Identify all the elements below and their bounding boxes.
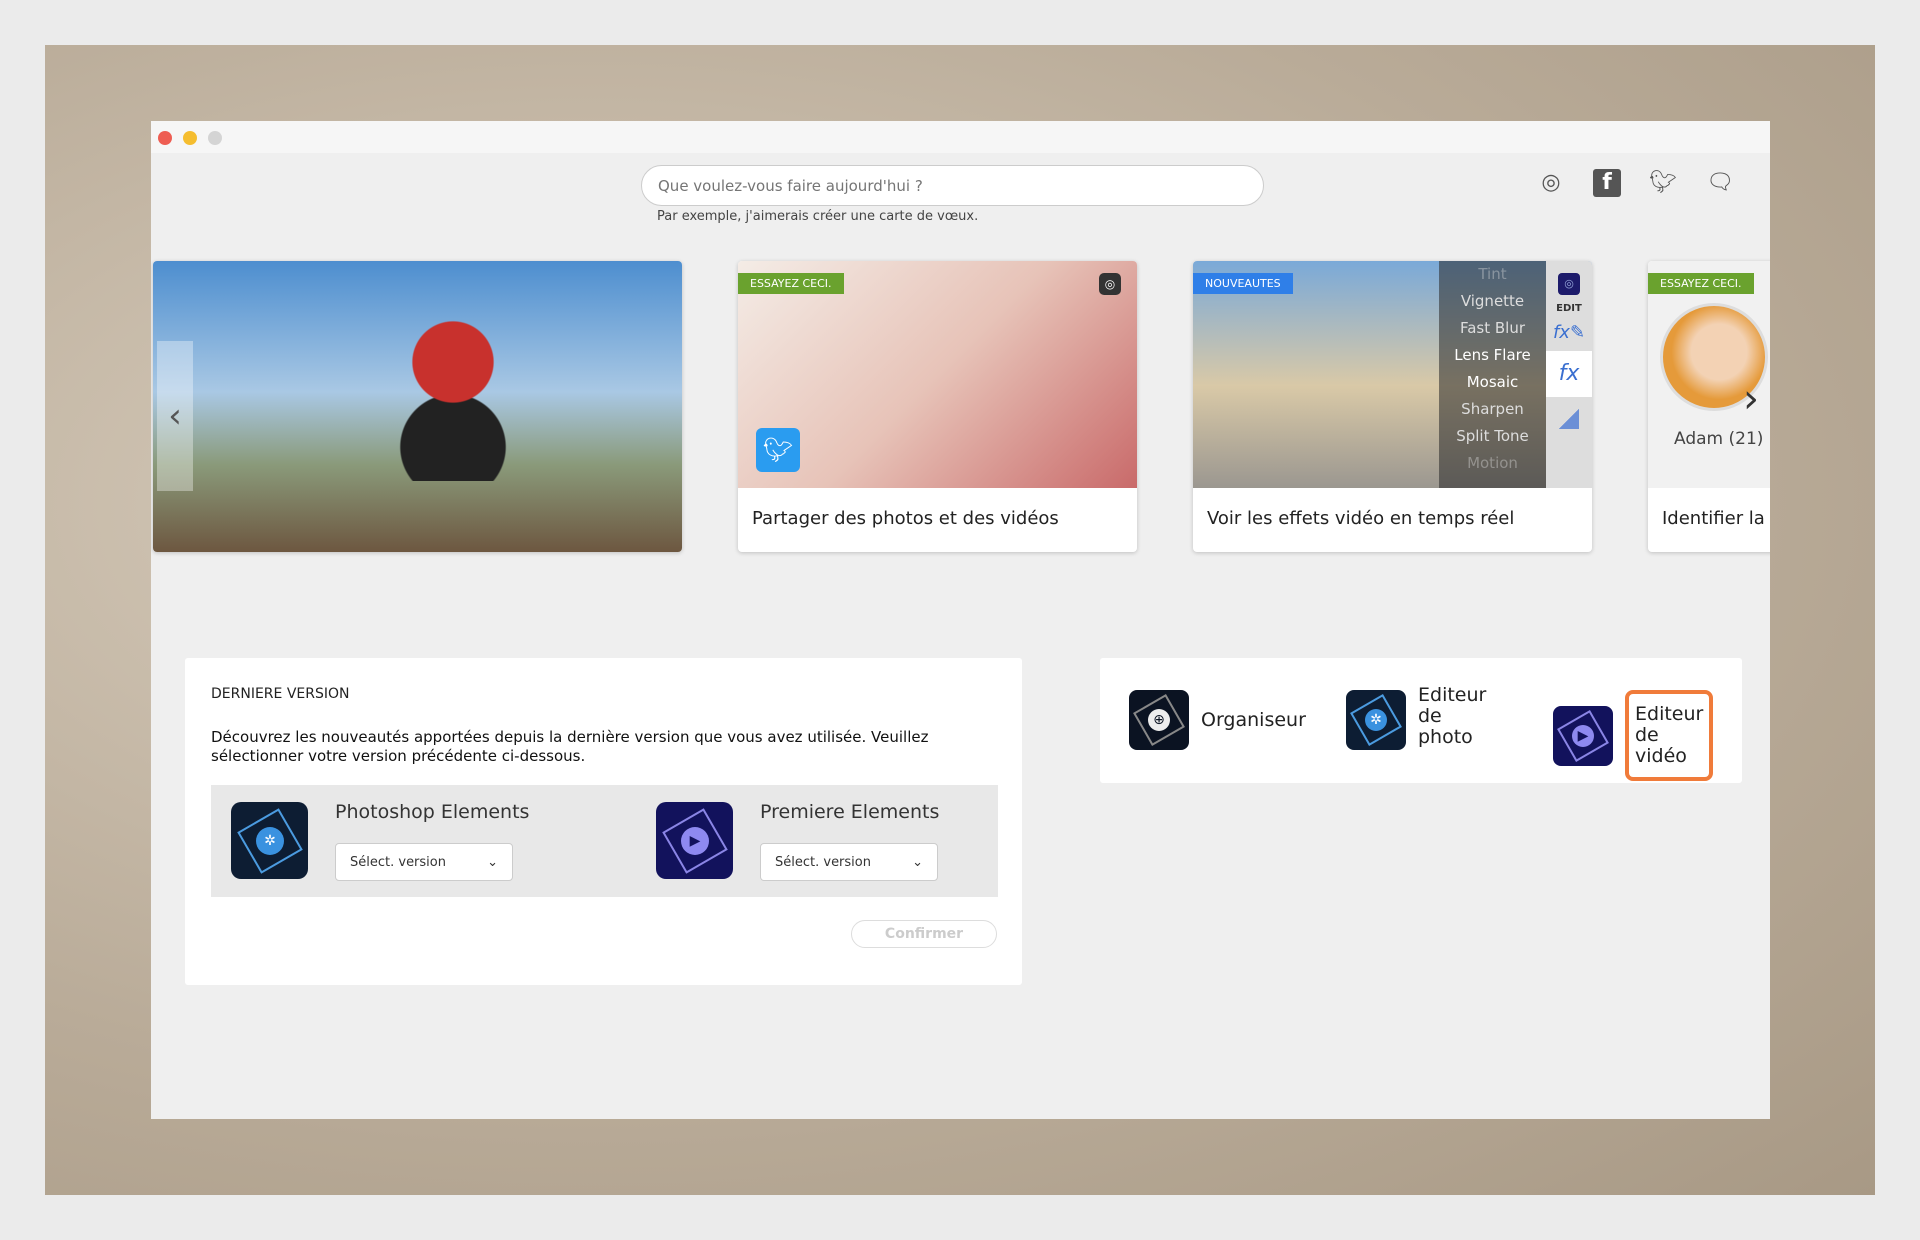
card-badge: ESSAYEZ CECI.: [738, 273, 844, 294]
product-name: Premiere Elements: [760, 801, 939, 823]
effect-item: Vignette: [1439, 288, 1546, 315]
premiere-version-select[interactable]: Sélect. version ⌄: [760, 843, 938, 881]
edit-toolbar: ◎ EDIT fx✎ fx: [1546, 261, 1592, 488]
effect-item: Motion: [1439, 450, 1546, 477]
latest-version-panel: DERNIERE VERSION Découvrez les nouveauté…: [185, 658, 1022, 985]
effect-item: Lens Flare: [1439, 342, 1546, 369]
organizer-label: Organiseur: [1201, 709, 1306, 731]
confirm-button[interactable]: Confirmer: [851, 920, 997, 948]
card-effects[interactable]: NOUVEAUTES Tint Vignette Fast Blur Lens …: [1193, 261, 1592, 552]
video-editor-label: Editeur de vidéo: [1625, 690, 1713, 781]
zoom-button[interactable]: [208, 131, 222, 145]
panel-description: Découvrez les nouveautés apportées depui…: [211, 728, 1001, 766]
hero-card[interactable]: ‹: [153, 261, 682, 552]
product-name: Photoshop Elements: [335, 801, 529, 823]
select-value: Sélect. version: [350, 855, 446, 870]
photoshop-version-select[interactable]: Sélect. version ⌄: [335, 843, 513, 881]
chevron-down-icon: ⌄: [487, 855, 498, 870]
person-name: Adam (21): [1674, 429, 1763, 449]
effect-item: Tint: [1439, 261, 1546, 288]
title-bar: [151, 121, 1770, 153]
app-window: Par exemple, j'aimerais créer une carte …: [151, 121, 1770, 1119]
facebook-icon[interactable]: f: [1593, 169, 1621, 197]
effect-item: Split Tone: [1439, 423, 1546, 450]
search-input[interactable]: [641, 165, 1264, 206]
premiere-icon: ◎: [1558, 273, 1580, 295]
carousel-next-button[interactable]: ›: [1743, 376, 1759, 422]
feedback-icon[interactable]: 🗨: [1706, 169, 1734, 197]
effect-item: Sharpen: [1439, 396, 1546, 423]
close-button[interactable]: [158, 131, 172, 145]
panel-title: DERNIERE VERSION: [211, 686, 349, 702]
fx-edit-icon: fx✎: [1546, 322, 1592, 343]
select-value: Sélect. version: [775, 855, 871, 870]
card-badge: ESSAYEZ CECI.: [1648, 273, 1754, 294]
fx-icon: fx: [1546, 351, 1592, 397]
twitter-icon: 🐦︎: [756, 428, 800, 472]
launch-panel: ⊕ Organiseur ✲ Editeur de photo ▶ Editeu…: [1100, 658, 1742, 783]
search-hint: Par exemple, j'aimerais créer une carte …: [657, 209, 978, 224]
carousel-prev-button[interactable]: ‹: [157, 341, 193, 491]
premiere-elements-icon: ▶: [656, 802, 733, 879]
photo-editor-label: Editeur de photo: [1418, 685, 1498, 748]
instagram-icon[interactable]: ◎: [1537, 169, 1565, 197]
effects-list: Tint Vignette Fast Blur Lens Flare Mosai…: [1439, 261, 1546, 488]
card-caption: Voir les effets vidéo en temps réel: [1193, 488, 1592, 549]
minimize-button[interactable]: [183, 131, 197, 145]
photo-editor-button[interactable]: ✲ Editeur de photo: [1346, 690, 1498, 750]
edit-label: EDIT: [1546, 303, 1592, 314]
photoshop-elements-icon: ✲: [231, 802, 308, 879]
chevron-down-icon: ⌄: [912, 855, 923, 870]
product-box: ✲ Photoshop Elements Sélect. version⌄ ▶ …: [211, 785, 998, 897]
effect-item: Mosaic: [1439, 369, 1546, 396]
photo-editor-icon: ✲: [1346, 690, 1406, 750]
organizer-icon: ⊕: [1129, 690, 1189, 750]
video-editor-button[interactable]: ▶ Editeur de vidéo: [1553, 690, 1713, 781]
cyclist-image: [393, 311, 513, 481]
video-editor-icon: ▶: [1553, 706, 1613, 766]
card-badge: NOUVEAUTES: [1193, 273, 1293, 294]
app-icon: ◎: [1099, 273, 1121, 295]
card-share[interactable]: ESSAYEZ CECI. ◎ 🐦︎ Partager des photos e…: [738, 261, 1137, 552]
twitter-icon[interactable]: 🐦︎: [1649, 169, 1677, 197]
card-caption: Identifier la: [1648, 488, 1770, 549]
adjust-icon: [1559, 409, 1579, 429]
organizer-button[interactable]: ⊕ Organiseur: [1129, 690, 1306, 750]
card-caption: Partager des photos et des vidéos: [738, 488, 1137, 549]
effect-item: Fast Blur: [1439, 315, 1546, 342]
